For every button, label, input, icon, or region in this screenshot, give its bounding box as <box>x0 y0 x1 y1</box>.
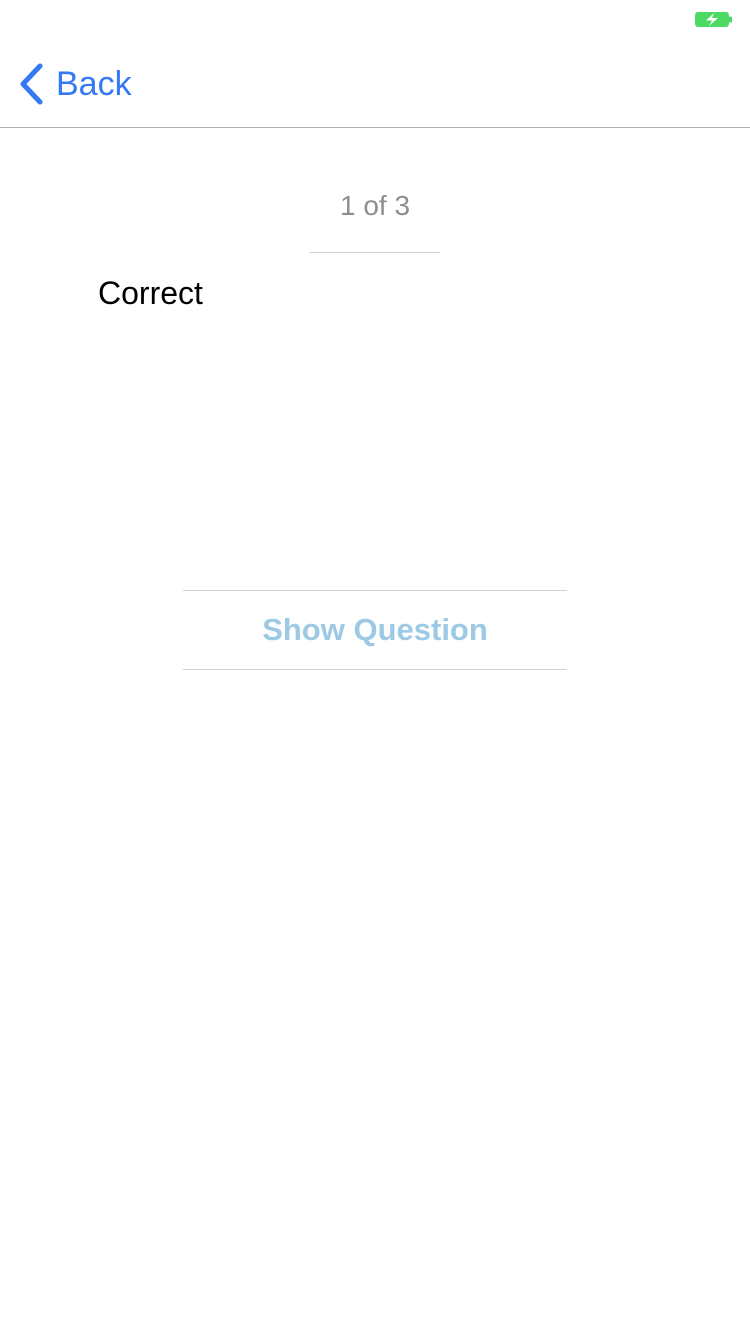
battery-charging-icon <box>695 12 732 27</box>
answer-text: Correct <box>98 275 203 311</box>
counter-divider <box>310 252 440 253</box>
status-bar <box>0 0 750 40</box>
chevron-left-icon <box>20 63 43 105</box>
card-counter: 1 of 3 <box>339 190 411 221</box>
show-question-button[interactable]: Show Question <box>183 590 567 670</box>
back-label: Back <box>56 65 132 103</box>
navigation-bar: Back <box>0 40 750 128</box>
back-button[interactable]: Back <box>18 62 132 106</box>
show-question-label: Show Question <box>262 612 488 647</box>
